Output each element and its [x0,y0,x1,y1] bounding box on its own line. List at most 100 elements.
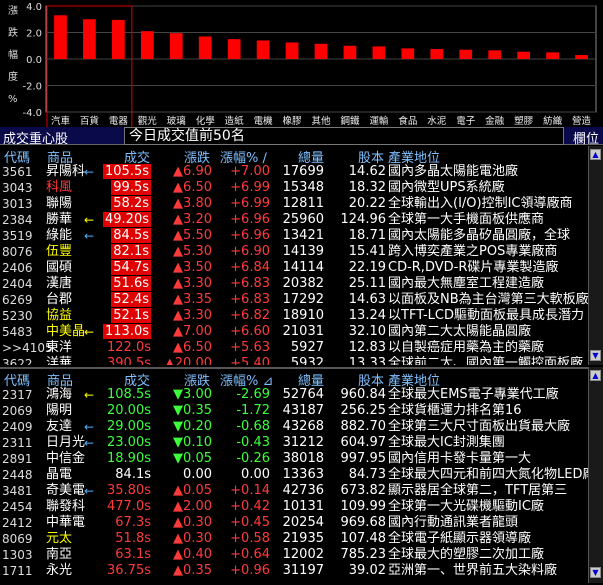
table-row[interactable]: 3013 聯陽 58.2s ▲3.80 +6.99 12811 20.22 全球輸出入(I/O… [0,196,588,212]
y-tick-label: -2.0 [22,82,42,93]
volume-cell: 12811 [282,196,324,211]
table-row[interactable]: 2448 晶電 84.1s 0.00 0.00 13363 84.73 全球最大四元和前四大氮… [0,467,588,483]
industry-cell: 國內信用卡發卡量第一大 [388,451,532,466]
table-row[interactable]: 1303 南亞 63.1s ▲0.40 +0.64 12002 785.23 全球最大的塑膠二… [0,547,588,563]
x-tick-label: 紡織 [543,115,563,127]
industry-cell: 國內多晶太陽能電池廠 [388,164,519,179]
table-row[interactable]: 2384 勝華 ← 49.20s ▲3.20 +6.96 25960 124.96 全球第一大手… [0,212,588,228]
left-arrow-icon: ← [84,420,95,434]
pct-cell: +6.60 [230,324,270,339]
price-value: 52.1s [111,308,151,323]
stock-code: 5483 [2,325,33,339]
pct-cell: +6.96 [230,212,270,227]
price-cell: 99.5s [100,180,151,196]
price-value: 49.20s [103,212,151,227]
price-cell: 18.90s [107,451,151,466]
change-cell: ▼0.20 [173,419,212,434]
stock-name: 元太 [46,531,73,546]
stock-code: 3043 [2,181,33,195]
x-tick-label: 電子 [456,116,476,127]
table-row[interactable]: 3481 奇美電 ← 35.80s ▲0.05 +0.14 42736 673.82 顯示器居全… [0,483,588,499]
scroll-up-icon[interactable]: ▲ [590,149,601,160]
panel-group-label[interactable]: 成交重心股 [3,128,68,147]
price-cell: 20.00s [107,403,151,418]
scroll-down-icon[interactable]: ▼ [590,567,601,578]
top-scrollbar[interactable]: ▲ ▼ [588,146,603,365]
table-row[interactable]: 5483 中美晶 ← 113.0s ▲7.00 +6.60 21031 32.10 國內第二大太… [0,324,588,340]
table-row[interactable]: 2404 漢唐 51.6s ▲3.30 +6.83 20382 25.11 國內最大無塵室工程… [0,276,588,292]
volume-cell: 31197 [282,563,324,578]
table-row[interactable]: 2311 日月光 ← 23.00s ▼0.10 -0.43 31212 604.97 全球最大I… [0,435,588,451]
bottom-scrollbar[interactable]: ▲ ▼ [588,367,603,583]
x-tick-label: 營造 [572,115,592,127]
table-row[interactable]: 2454 聯發科 477.0s ▲2.00 +0.42 10131 109.99 全球第一大光… [0,499,588,515]
table-row[interactable]: 8069 元太 51.8s ▲0.30 +0.58 21935 107.48 全球電子紙顯示器… [0,531,588,547]
industry-cell: 國內最大無塵室工程建造廠 [388,276,545,291]
industry-cell: 以面板及NB為主台灣第三大軟板廠 [388,292,588,307]
stock-name: 晶電 [46,467,73,482]
bar [314,43,328,59]
capital-cell: 969.68 [340,515,387,530]
pct-cell: +0.14 [230,483,270,498]
y-axis-label: 跌 [8,26,18,39]
columns-button[interactable]: 欄位 [573,128,599,147]
capital-cell: 997.95 [340,451,387,466]
left-arrow-icon: ← [84,388,95,402]
stock-code: 2311 [2,436,33,450]
capital-cell: 109.99 [340,499,387,514]
volume-cell: 14114 [282,260,324,275]
x-tick-label: 金融 [485,115,505,127]
table-row[interactable]: 1711 永光 36.75s ▲0.35 +0.96 31197 39.02 亞洲第一、世界前… [0,563,588,579]
industry-cell: 以自製癌症用藥為主的藥廠 [388,340,545,355]
pct-cell: +6.84 [230,260,270,275]
stock-code: 2317 [2,388,33,402]
volume-cell: 21031 [282,324,324,339]
pct-cell: +0.45 [230,515,270,530]
price-value: 105.5s [103,164,151,179]
x-tick-label: 電機 [254,115,274,127]
capital-cell: 25.11 [348,276,386,291]
industry-cell: 以TFT-LCD驅動面板最具成長潛力 [388,308,584,323]
table-row[interactable]: 3519 綠能 ← 84.5s ▲5.50 +6.96 13421 18.71 國內太陽能多晶矽… [0,228,588,244]
table-row[interactable]: 2317 鴻海 ← 108.5s ▼3.00 -2.69 52764 960.84 全球最大EM… [0,387,588,403]
pct-cell: +5.63 [230,340,270,355]
table-row[interactable]: 6269 台郡 52.4s ▲3.35 +6.83 17292 14.63 以面板及NB為主台… [0,292,588,308]
table-row[interactable]: 2412 中華電 67.3s ▲0.30 +0.45 20254 969.68 國內行動通訊業… [0,515,588,531]
change-cell: ▲5.50 [173,228,212,243]
scroll-up-icon[interactable]: ▲ [590,370,601,381]
price-cell: 52.4s [100,292,151,308]
change-cell: ▲6.50 [173,340,212,355]
capital-cell: 22.19 [348,260,386,275]
stock-name: 永光 [46,563,73,578]
x-tick-label: 食品 [398,115,417,127]
change-cell: ▲3.35 [173,292,212,307]
left-arrow-icon: ← [84,436,95,450]
x-tick-label: 塑膠 [514,116,534,127]
table-row[interactable]: 2406 國碩 54.7s ▲3.50 +6.84 14114 22.19 CD-R,DVD-… [0,260,588,276]
stock-code: 2448 [2,468,33,482]
scroll-down-icon[interactable]: ▼ [590,350,601,361]
table-row[interactable]: 2069 陽明 20.00s ▼0.35 -1.72 43187 256.25 全球貨櫃運力排… [0,403,588,419]
panel-title[interactable]: 今日成交值前50名 [124,127,564,145]
pct-cell: -0.68 [236,419,270,434]
capital-cell: 882.70 [340,419,387,434]
price-cell: 52.1s [100,308,151,324]
bar [575,55,588,59]
table-row[interactable]: 2891 中信金 18.90s ▼0.05 -0.26 38018 997.95 國內信用卡發… [0,451,588,467]
table-row[interactable]: 3561 昇陽科 ← 105.5s ▲6.90 +7.00 17699 14.62 國內多晶太陽… [0,164,588,180]
table-row[interactable]: 2409 友達 ← 29.00s ▼0.20 -0.68 43268 882.70 全球第三大尺… [0,419,588,435]
change-cell: ▲0.35 [173,563,212,578]
volume-cell: 38018 [282,451,324,466]
table-row[interactable]: >>4105 東洋 122.0s ▲6.50 +5.63 5927 12.83 以自製癌症用藥… [0,340,588,356]
stock-name: 東洋 [46,340,73,355]
table-row[interactable]: 5230 協益 52.1s ▲3.30 +6.82 18910 13.24 以TFT-LCD驅… [0,308,588,324]
volume-cell: 52764 [282,387,324,402]
table-row[interactable]: 8076 伍豐 82.1s ▲5.30 +6.90 14139 15.41 跨入博奕產業之PO… [0,244,588,260]
sector-change-chart: 4.0 2.0 0.0 -2.0 -4.0 漲跌幅度% 汽車 百貨 電器 觀光 玻璃 化學 造紙 電機 橡膠… [0,0,603,129]
industry-cell: 國內行動通訊業者龍頭 [388,515,519,530]
top-quote-panel: 成交重心股 今日成交值前50名 欄位 代碼 商品 成交 漲跌 漲幅% ∕ 總量 … [0,127,603,371]
price-value: 99.5s [111,180,151,195]
table-row[interactable]: 3043 科風 99.5s ▲6.50 +6.99 15348 18.32 國內微型UPS系統… [0,180,588,196]
volume-cell: 20382 [282,276,324,291]
industry-cell: 全球電子紙顯示器領導廠 [388,531,532,546]
